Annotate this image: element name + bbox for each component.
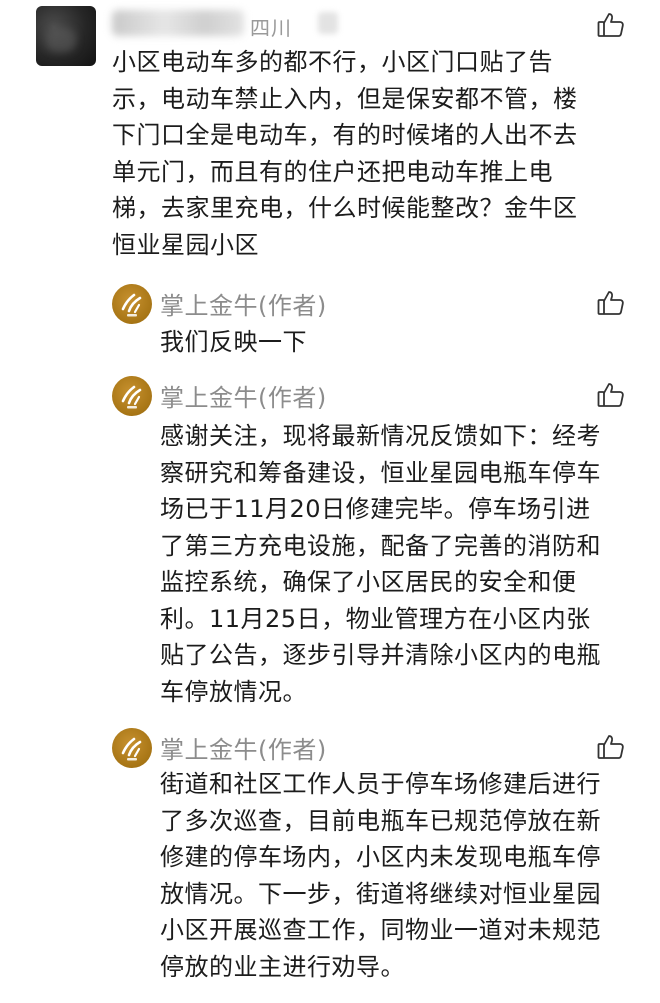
- reply-text: 街道和社区工作人员于停车场修建后进行 了多次巡查，目前电瓶车已规范停放在新 修建…: [160, 766, 636, 985]
- text-line: 单元门，而且有的住户还把电动车推上电: [112, 157, 553, 186]
- reply-author[interactable]: 掌上金牛(作者): [160, 730, 327, 765]
- thumbs-up-icon[interactable]: [596, 10, 626, 40]
- user-avatar[interactable]: [36, 6, 96, 66]
- text-line: 小区开展巡查工作，同物业一道对未规范: [160, 916, 601, 944]
- jinniu-logo-icon[interactable]: [112, 376, 152, 416]
- reply-author[interactable]: 掌上金牛(作者): [160, 378, 327, 413]
- text-line: 察研究和筹备建设，恒业星园电瓶车停车: [160, 458, 601, 487]
- location-label: 四川: [250, 16, 292, 40]
- text-line: 停放的业主进行劝导。: [160, 952, 405, 981]
- text-line: 我们反映一下: [160, 328, 307, 356]
- thumbs-up-icon[interactable]: [596, 288, 626, 318]
- jinniu-logo-icon[interactable]: [112, 728, 152, 768]
- reply-text: 感谢关注，现将最新情况反馈如下：经考 察研究和筹备建设，恒业星园电瓶车停车 场已…: [160, 418, 636, 710]
- blurred-location-tail: [318, 12, 338, 34]
- text-line: 了多次巡查，目前电瓶车已规范停放在新: [160, 806, 601, 835]
- text-line: 下门口全是电动车，有的时候堵的人出不去: [112, 121, 578, 149]
- text-line: 场已于11月20日修建完毕。停车场引进: [160, 495, 591, 523]
- text-line: 了第三方充电设施，配备了完善的消防和: [160, 531, 601, 560]
- text-line: 街道和社区工作人员于停车场修建后进行: [160, 770, 601, 798]
- text-line: 示，电动车禁止入内，但是保安都不管，楼: [112, 84, 578, 113]
- text-line: 恒业星园小区: [112, 230, 259, 259]
- text-line: 感谢关注，现将最新情况反馈如下：经考: [160, 422, 601, 450]
- text-line: 监控系统，确保了小区居民的安全和便: [160, 568, 577, 596]
- text-line: 修建的停车场内，小区内未发现电瓶车停: [160, 843, 601, 871]
- text-line: 车停放情况。: [160, 677, 307, 706]
- text-line: 贴了公告，逐步引导并清除小区内的电瓶: [160, 641, 601, 669]
- text-line: 小区电动车多的都不行，小区门口贴了告: [112, 48, 553, 76]
- thumbs-up-icon[interactable]: [596, 380, 626, 410]
- text-line: 梯，去家里充电，什么时候能整改？金牛区: [112, 194, 578, 222]
- blurred-username[interactable]: [112, 10, 244, 36]
- main-comment-text: 小区电动车多的都不行，小区门口贴了告 示，电动车禁止入内，但是保安都不管，楼 下…: [112, 44, 632, 263]
- reply-author[interactable]: 掌上金牛(作者): [160, 286, 327, 321]
- thumbs-up-icon[interactable]: [596, 732, 626, 762]
- text-line: 利。11月25日，物业管理方在小区内张: [160, 604, 591, 633]
- jinniu-logo-icon[interactable]: [112, 284, 152, 324]
- reply-text: 我们反映一下: [160, 324, 636, 361]
- text-line: 放情况。下一步，街道将继续对恒业星园: [160, 879, 601, 908]
